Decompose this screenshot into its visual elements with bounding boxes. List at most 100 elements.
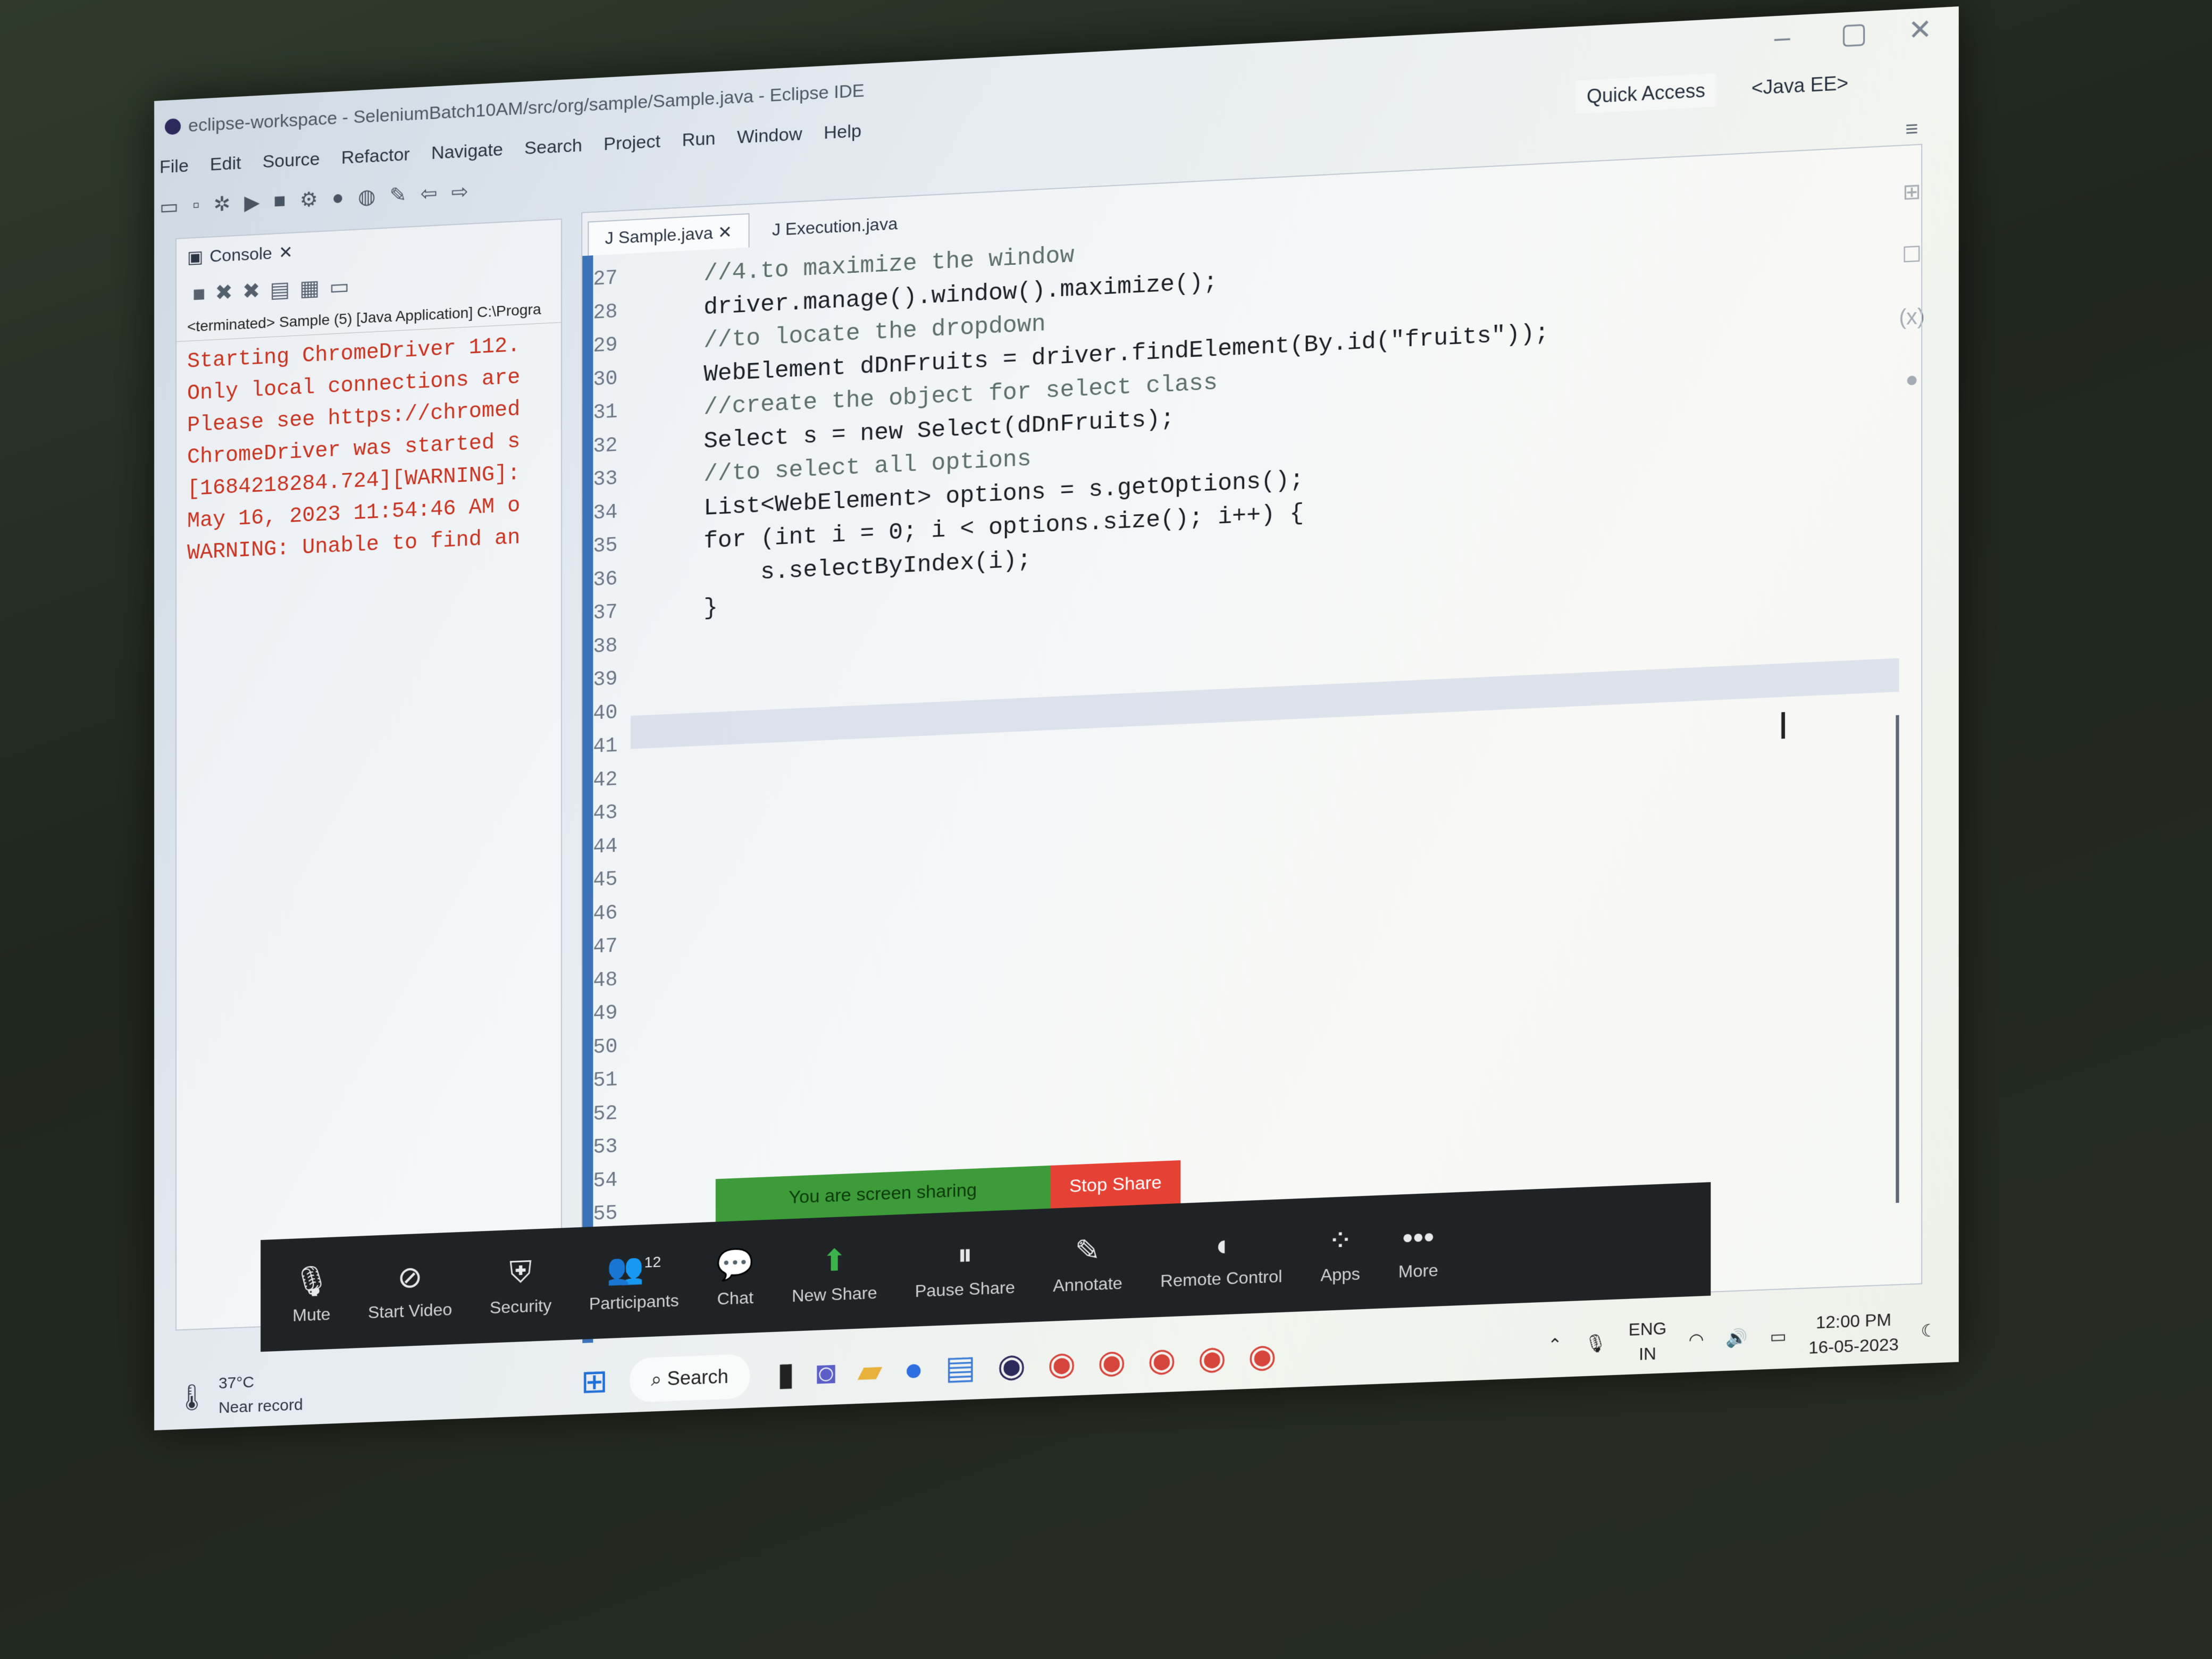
line-number: 49 <box>593 996 631 1032</box>
wifi-icon[interactable]: ◠ <box>1689 1329 1704 1350</box>
remove-launch-icon[interactable]: ✖ <box>215 280 233 306</box>
taskbar-search[interactable]: ⌕ Search <box>630 1353 750 1402</box>
tab-label: Sample.java <box>618 223 713 247</box>
zoom-security-button[interactable]: ⛨ Security <box>490 1253 551 1318</box>
menu-help[interactable]: Help <box>824 121 861 144</box>
file-explorer-icon[interactable]: ▰ <box>857 1352 882 1390</box>
system-tray: ⌃ 🎙 ENG IN ◠ 🔊 ▭ 12:00 PM 16-05-2023 ☾ <box>1548 1305 1937 1370</box>
line-number: 50 <box>593 1030 631 1065</box>
task-view-icon[interactable]: ▮ <box>777 1355 794 1394</box>
chevron-up-icon[interactable]: ⌃ <box>1548 1334 1563 1355</box>
menu-file[interactable]: File <box>160 155 189 178</box>
line-number: 33 <box>593 462 631 497</box>
close-tab-icon[interactable]: ✕ <box>718 222 732 242</box>
debug-icon[interactable]: ✲ <box>213 191 230 216</box>
new-icon[interactable]: ▭ <box>160 194 179 219</box>
line-number: 40 <box>593 696 631 731</box>
minimize-button[interactable]: – <box>1749 14 1815 61</box>
menu-source[interactable]: Source <box>263 148 320 172</box>
code-area[interactable]: //4.to maximize the window driver.manage… <box>647 215 1549 629</box>
weather-widget[interactable]: 🌡 37°C Near record <box>175 1368 303 1422</box>
chrome-icon[interactable]: ◉ <box>1198 1338 1227 1377</box>
maximize-button[interactable]: ▢ <box>1821 10 1887 57</box>
line-number: 28 <box>593 295 631 330</box>
tab-execution-java[interactable]: J Execution.java <box>755 205 915 247</box>
participant-count: 12 <box>644 1253 661 1270</box>
vertical-scrollbar[interactable] <box>1896 715 1899 1203</box>
zoom-mute-button[interactable]: 🎙 Mute <box>292 1262 330 1325</box>
menu-window[interactable]: Window <box>737 123 802 148</box>
microphone-tray-icon[interactable]: 🎙 <box>1584 1333 1606 1354</box>
windows-start-icon[interactable]: ⊞ <box>581 1362 608 1401</box>
line-number: 36 <box>593 562 631 597</box>
line-number: 38 <box>593 629 631 664</box>
zoom-apps-button[interactable]: ⁘ Apps <box>1320 1222 1360 1285</box>
teams-chat-icon[interactable]: ◙ <box>816 1354 836 1392</box>
forward-icon[interactable]: ⇨ <box>451 179 468 204</box>
quick-access-field[interactable]: Quick Access <box>1576 73 1716 114</box>
pin-icon[interactable]: ✎ <box>389 182 406 207</box>
battery-icon[interactable]: ▭ <box>1770 1326 1786 1347</box>
back-icon[interactable]: ⇦ <box>421 181 438 206</box>
chrome-icon[interactable]: ◉ <box>1048 1344 1076 1383</box>
display-console-icon[interactable]: ▭ <box>329 274 349 299</box>
clock-time: 12:00 PM <box>1816 1307 1891 1335</box>
zoom-participants-button[interactable]: 👥12 Participants <box>589 1249 679 1313</box>
close-tab-icon[interactable]: ✕ <box>279 242 293 263</box>
zoom-pause-share-button[interactable]: ⏸ Pause Share <box>915 1235 1015 1301</box>
chrome-icon[interactable]: ◉ <box>1248 1337 1277 1376</box>
console-view: ▣ Console ✕ ■ ✖ ✖ ▤ ▦ ▭ <terminated> Sam… <box>175 219 562 1330</box>
menu-run[interactable]: Run <box>682 128 715 150</box>
terminate-icon[interactable]: ■ <box>192 282 205 306</box>
menu-navigate[interactable]: Navigate <box>431 139 503 164</box>
zoom-annotate-button[interactable]: ✎ Annotate <box>1053 1231 1122 1295</box>
zoom-button-label: Participants <box>589 1291 679 1314</box>
eclipse-icon[interactable]: ◉ <box>998 1346 1026 1385</box>
menu-search[interactable]: Search <box>524 135 582 159</box>
language-indicator[interactable]: ENG IN <box>1629 1316 1667 1367</box>
zoom-chat-button[interactable]: 💬 Chat <box>716 1246 754 1309</box>
clock[interactable]: 12:00 PM 16-05-2023 <box>1808 1307 1899 1360</box>
menu-edit[interactable]: Edit <box>210 153 241 175</box>
menu-refactor[interactable]: Refactor <box>341 144 410 169</box>
stop-share-button[interactable]: Stop Share <box>1050 1160 1180 1209</box>
zoom-button-label: Mute <box>292 1304 330 1326</box>
notification-icon[interactable]: ☾ <box>1921 1320 1937 1341</box>
java-ee-perspective-button[interactable]: <Java EE> <box>1740 66 1859 106</box>
run-icon[interactable]: ▶ <box>244 190 259 215</box>
search-tool-icon[interactable]: ◍ <box>358 184 375 209</box>
line-number: 35 <box>593 529 631 564</box>
stop-icon[interactable]: ■ <box>274 189 286 213</box>
line-number: 43 <box>593 796 631 831</box>
line-number: 52 <box>593 1096 631 1132</box>
settings-icon[interactable]: ⚙ <box>300 187 318 212</box>
line-number: 31 <box>593 395 631 430</box>
remove-all-icon[interactable]: ✖ <box>242 279 261 304</box>
volume-icon[interactable]: 🔊 <box>1726 1327 1748 1348</box>
eclipse-logo-icon <box>165 118 181 135</box>
zoom-new-share-button[interactable]: ⬆ New Share <box>792 1241 877 1306</box>
weather-desc: Near record <box>219 1393 303 1420</box>
run-green-icon[interactable]: ● <box>332 186 344 210</box>
zoom-start-video-button[interactable]: ⊘ Start Video <box>368 1258 453 1322</box>
projected-screen: eclipse-workspace - SeleniumBatch10AM/sr… <box>154 6 1959 1430</box>
zoom-remote-control-button[interactable]: ◖ Remote Control <box>1160 1225 1282 1291</box>
scroll-lock-icon[interactable]: ▤ <box>270 277 290 303</box>
zoom-icon[interactable]: ● <box>904 1350 924 1388</box>
line-number: 32 <box>593 429 631 464</box>
console-icon: ▣ <box>187 246 203 267</box>
chat-icon: 💬 <box>716 1246 754 1283</box>
line-number: 34 <box>593 496 631 531</box>
tab-sample-java[interactable]: J Sample.java ✕ <box>588 213 749 256</box>
zoom-button-label: Pause Share <box>915 1278 1015 1302</box>
zoom-more-button[interactable]: ••• More <box>1398 1219 1438 1282</box>
save-icon[interactable]: ▫ <box>192 194 199 217</box>
notepad-icon[interactable]: ▤ <box>945 1348 976 1387</box>
close-button[interactable]: ✕ <box>1887 7 1954 54</box>
outline-icon[interactable]: ≡ <box>1905 117 1918 142</box>
chrome-icon[interactable]: ◉ <box>1097 1343 1126 1381</box>
current-line-highlight <box>631 658 1899 749</box>
pin-console-icon[interactable]: ▦ <box>299 275 320 301</box>
menu-project[interactable]: Project <box>604 131 660 155</box>
chrome-icon[interactable]: ◉ <box>1147 1340 1176 1379</box>
